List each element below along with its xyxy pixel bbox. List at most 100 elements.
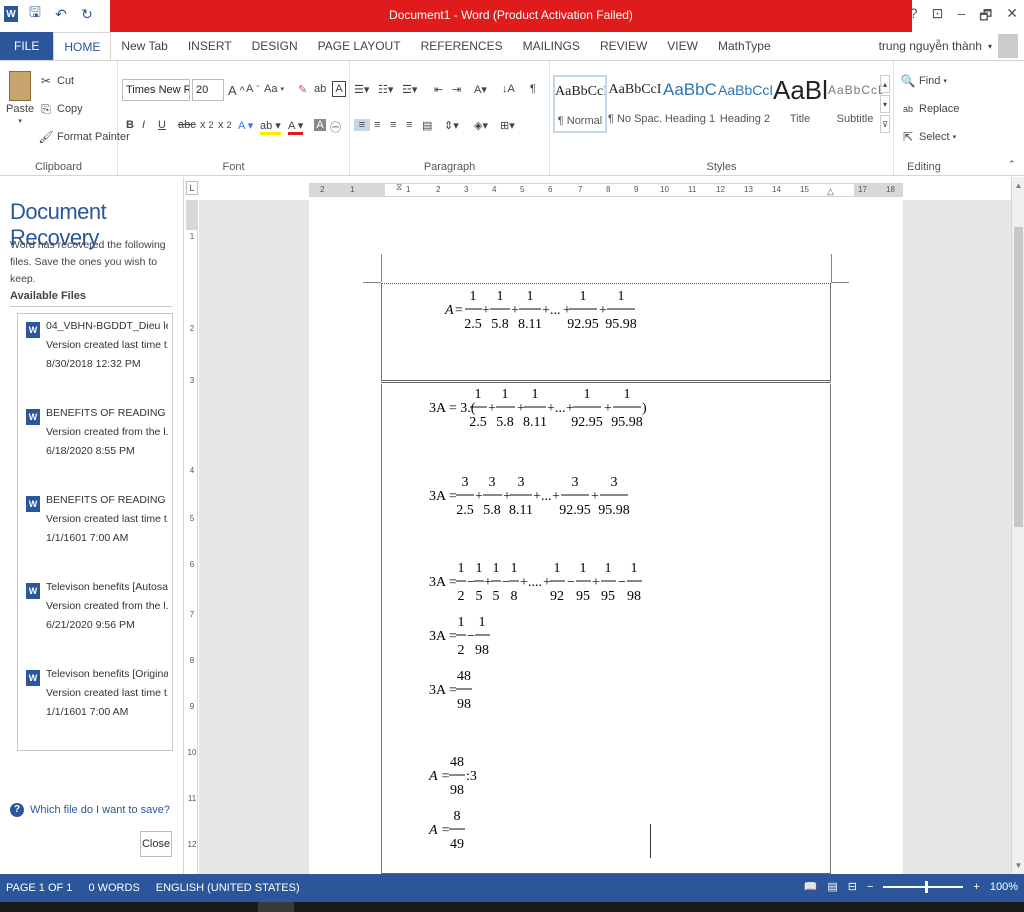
- tab-view[interactable]: VIEW: [657, 32, 708, 60]
- change-case-button[interactable]: Aa ▾: [264, 83, 284, 95]
- sort-icon[interactable]: ↓A: [502, 83, 515, 95]
- zoom-in-icon[interactable]: +: [973, 881, 979, 893]
- tab-mailings[interactable]: MAILINGS: [513, 32, 590, 60]
- style-title[interactable]: AaBl Title: [773, 75, 827, 133]
- zoom-out-icon[interactable]: −: [867, 881, 873, 893]
- line-spacing-icon[interactable]: ⇕▾: [444, 119, 459, 132]
- zoom-slider[interactable]: [883, 880, 964, 893]
- taskbar-item[interactable]: [258, 902, 294, 912]
- tab-selector[interactable]: L: [186, 181, 198, 195]
- indent-marker-icon[interactable]: ⧖: [396, 182, 402, 193]
- equation-6[interactable]: 3A = 48 98: [429, 666, 509, 716]
- font-color-icon[interactable]: A ▾: [288, 119, 304, 135]
- list-item[interactable]: W Televison benefits [Autosa... Version …: [24, 581, 172, 651]
- text-effects-icon[interactable]: A ▾: [238, 119, 253, 132]
- style-heading-2[interactable]: AaBbCcDHeading 2: [718, 75, 772, 133]
- align-left-icon[interactable]: ≡: [354, 119, 370, 131]
- subscript-icon[interactable]: x2: [200, 119, 214, 131]
- bold-icon[interactable]: B: [126, 119, 134, 131]
- scroll-thumb[interactable]: [1014, 227, 1023, 527]
- clear-format-icon[interactable]: ✎: [298, 83, 307, 96]
- highlight-icon[interactable]: ab ▾: [260, 119, 281, 135]
- styles-more[interactable]: ⊽: [880, 115, 890, 133]
- word-count[interactable]: 0 WORDS: [88, 882, 139, 894]
- borders-icon[interactable]: ⊞▾: [500, 119, 515, 132]
- select-button[interactable]: ⇱ Select ▾: [900, 129, 956, 145]
- tab-file[interactable]: FILE: [0, 32, 54, 60]
- cut-button[interactable]: ✂ Cut: [38, 73, 74, 89]
- user-account[interactable]: trung nguyễn thành ▾: [879, 32, 1018, 60]
- equation-7[interactable]: A = 48 98 :3: [428, 752, 509, 802]
- shrink-font-button[interactable]: Aˇ: [246, 83, 259, 95]
- paste-button[interactable]: Paste ▾: [6, 71, 34, 125]
- format-painter-button[interactable]: 🖌 Format Painter: [38, 129, 129, 145]
- show-marks-icon[interactable]: ¶: [530, 83, 536, 95]
- web-layout-icon[interactable]: ⊟: [848, 880, 857, 893]
- maximize-icon[interactable]: 🗗: [979, 5, 992, 29]
- close-icon[interactable]: ✕: [1006, 5, 1018, 29]
- list-item[interactable]: W BENEFITS OF READING BO... Version crea…: [24, 407, 172, 477]
- tab-new-tab[interactable]: New Tab: [111, 32, 177, 60]
- equation-2[interactable]: 3A = 3.( 1 2.5 + 1 5.8 + 1 8.11 +... + 1 92.9…: [429, 384, 669, 434]
- horizontal-ruler[interactable]: 2 1 1 2 3 4 5 6 7 8 9 10 11 12 13 14 15 …: [309, 182, 903, 197]
- equation-4[interactable]: 3A = 12 − 15 + 15 − 18 +.... + 1 92 − 1 95 …: [429, 558, 669, 608]
- font-name-select[interactable]: Times New Ro: [122, 79, 190, 101]
- list-item[interactable]: W Televison benefits [Original] Version …: [24, 668, 172, 738]
- asian-layout-icon[interactable]: A▾: [474, 83, 487, 96]
- list-item[interactable]: W BENEFITS OF READING BO... Version crea…: [24, 494, 172, 564]
- list-item[interactable]: W 04_VBHN-BGDDT_Dieu le t... Version cre…: [24, 320, 172, 390]
- zoom-level[interactable]: 100%: [990, 881, 1018, 893]
- collapse-ribbon-icon[interactable]: ⌃: [1008, 159, 1016, 170]
- find-button[interactable]: 🔍 Find ▾: [900, 73, 947, 89]
- superscript-icon[interactable]: x2: [218, 119, 232, 131]
- tab-design[interactable]: DESIGN: [242, 32, 308, 60]
- vertical-scrollbar[interactable]: ▲ ▼: [1011, 177, 1024, 874]
- tab-page-layout[interactable]: PAGE LAYOUT: [308, 32, 411, 60]
- underline-icon[interactable]: U: [158, 119, 166, 131]
- language[interactable]: ENGLISH (UNITED STATES): [156, 882, 300, 894]
- tab-home[interactable]: HOME: [53, 32, 112, 60]
- enclose-character-icon[interactable]: ㊀: [330, 119, 341, 135]
- tab-insert[interactable]: INSERT: [178, 32, 242, 60]
- bullets-icon[interactable]: ☰▾: [354, 83, 369, 96]
- equation-5[interactable]: 3A = 12 − 1 98: [429, 612, 529, 662]
- equation-8[interactable]: A = 8 49: [428, 806, 509, 856]
- shading-icon[interactable]: ◈▾: [474, 119, 488, 132]
- font-size-select[interactable]: 20: [192, 79, 224, 101]
- character-border-icon[interactable]: A: [332, 81, 346, 97]
- recovery-help-link[interactable]: ? Which file do I want to save?: [10, 803, 170, 817]
- equation-3[interactable]: 3A = 3 2.5 + 3 5.8 + 3 8.11 +... + 3 92.95 + …: [429, 472, 669, 522]
- tab-review[interactable]: REVIEW: [590, 32, 657, 60]
- tab-references[interactable]: REFERENCES: [411, 32, 513, 60]
- increase-indent-icon[interactable]: ⇥: [452, 83, 461, 96]
- page-count[interactable]: PAGE 1 OF 1: [6, 882, 72, 894]
- italic-icon[interactable]: I: [142, 119, 145, 131]
- scroll-up-icon[interactable]: ▲: [1012, 179, 1024, 192]
- style-no-spacing[interactable]: AaBbCcI¶ No Spac...: [608, 75, 662, 133]
- styles-scroll-up[interactable]: ▴: [880, 75, 890, 93]
- multilevel-list-icon[interactable]: ☲▾: [402, 83, 417, 96]
- zoom-slider-knob[interactable]: [925, 880, 929, 893]
- justify-icon[interactable]: ≡: [406, 119, 412, 131]
- tab-mathtype[interactable]: MathType: [708, 32, 781, 60]
- style-subtitle[interactable]: AaBbCcD Subtitle: [828, 75, 882, 133]
- decrease-indent-icon[interactable]: ⇤: [434, 83, 443, 96]
- distributed-icon[interactable]: ▤: [422, 119, 432, 132]
- redo-icon[interactable]: ↻: [78, 5, 96, 23]
- help-icon[interactable]: ?: [910, 5, 918, 29]
- print-layout-icon[interactable]: ▤: [827, 880, 837, 893]
- strikethrough-icon[interactable]: abc: [178, 119, 196, 131]
- replace-button[interactable]: ab Replace: [900, 101, 959, 117]
- phonetic-guide-icon[interactable]: ab: [314, 83, 326, 95]
- close-button[interactable]: Close: [140, 831, 172, 857]
- equation-1[interactable]: A = 1 2.5 + 1 5.8 + 1 8.11 +... + 1 92.95 + 19…: [444, 286, 645, 334]
- undo-icon[interactable]: ↶: [52, 5, 70, 23]
- character-shading-icon[interactable]: A: [314, 119, 326, 131]
- ribbon-display-icon[interactable]: ⊡: [932, 5, 944, 29]
- vertical-ruler[interactable]: 1 2 3 4 5 6 7 8 9 10 11 12: [186, 200, 198, 874]
- minimize-icon[interactable]: –: [957, 5, 965, 29]
- align-right-icon[interactable]: ≡: [390, 119, 396, 131]
- scroll-down-icon[interactable]: ▼: [1012, 859, 1024, 872]
- right-indent-marker-icon[interactable]: △: [827, 186, 834, 197]
- align-center-icon[interactable]: ≡: [374, 119, 380, 131]
